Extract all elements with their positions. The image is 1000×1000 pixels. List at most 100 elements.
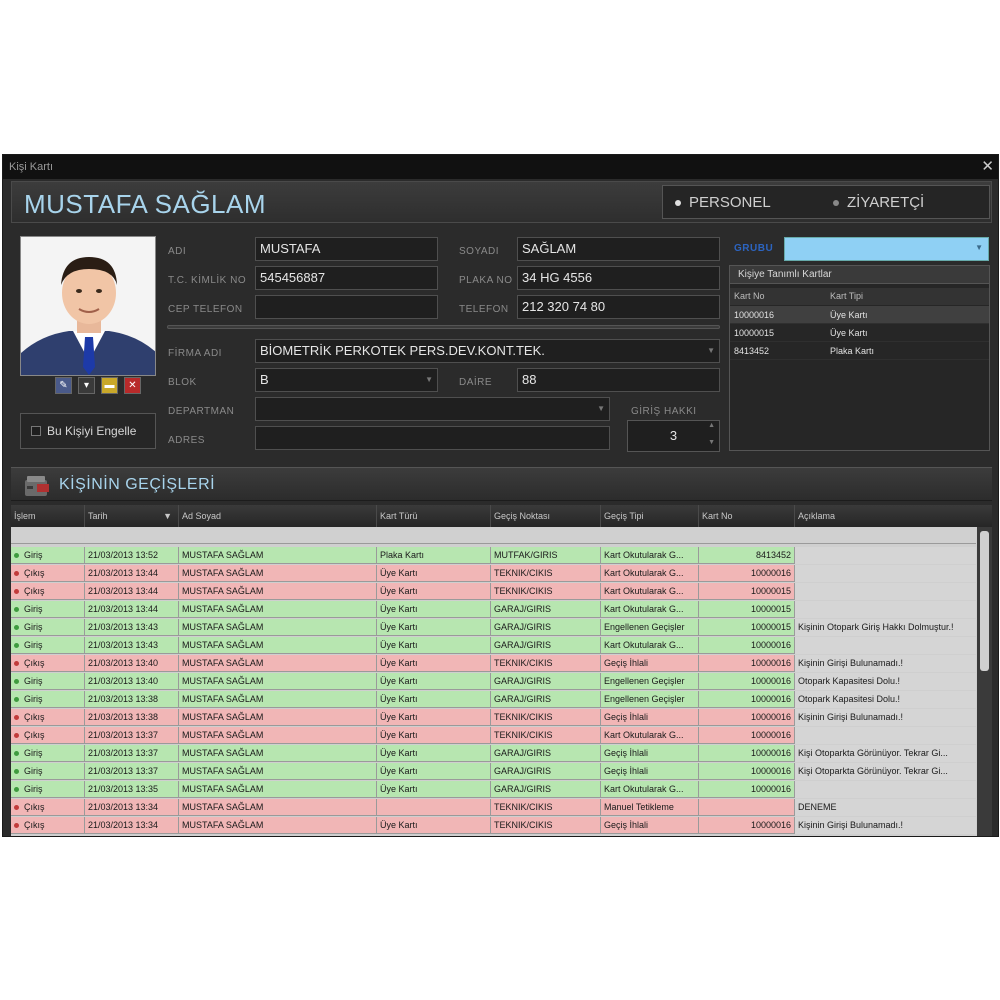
adi-field[interactable]: MUSTAFA <box>255 237 438 261</box>
telefon-field[interactable]: 212 320 74 80 <box>517 295 720 319</box>
table-row[interactable]: Giriş 21/03/2013 13:43 MUSTAFA SAĞLAM Üye K… <box>11 619 976 636</box>
entry-icon <box>14 769 19 775</box>
cell-gecis-tipi: Kart Okutularak G... <box>601 547 699 564</box>
passes-section-header: KİŞİNİN GEÇİŞLERİ <box>11 467 992 501</box>
table-row[interactable]: Giriş 21/03/2013 13:37 MUSTAFA SAĞLAM Üye K… <box>11 745 976 762</box>
cell-ad-soyad: MUSTAFA SAĞLAM <box>179 709 377 726</box>
delete-icon[interactable]: ✕ <box>124 377 141 394</box>
departman-dropdown[interactable]: ▼ <box>255 397 610 421</box>
type-option-label: PERSONEL <box>689 194 771 211</box>
cards-table-header: Kart No Kart Tipi <box>730 288 989 305</box>
cell-ad-soyad: MUSTAFA SAĞLAM <box>179 583 377 600</box>
card-row[interactable]: 10000016 Üye Kartı <box>730 306 989 324</box>
column-kart-turu[interactable]: Kart Türü <box>377 505 491 527</box>
scrollbar-thumb[interactable] <box>980 531 989 671</box>
adres-field[interactable] <box>255 426 610 450</box>
cell-ad-soyad: MUSTAFA SAĞLAM <box>179 547 377 564</box>
folder-icon[interactable]: ▬ <box>101 377 118 394</box>
daire-field[interactable]: 88 <box>517 368 720 392</box>
cell-ad-soyad: MUSTAFA SAĞLAM <box>179 781 377 798</box>
table-row[interactable]: Giriş 21/03/2013 13:43 MUSTAFA SAĞLAM Üye K… <box>11 637 976 654</box>
table-row[interactable]: Giriş 21/03/2013 13:52 MUSTAFA SAĞLAM Plaka… <box>11 547 976 564</box>
person-header: MUSTAFA SAĞLAM PERSONEL ZİYARETÇİ <box>11 181 992 223</box>
vertical-scrollbar[interactable] <box>977 527 992 836</box>
cell-kart-turu: Üye Kartı <box>377 601 491 618</box>
tc-field[interactable]: 545456887 <box>255 266 438 290</box>
table-row[interactable]: Çıkış 21/03/2013 13:44 MUSTAFA SAĞLAM Üye K… <box>11 565 976 582</box>
grubu-dropdown[interactable]: ▼ <box>784 237 989 261</box>
table-row[interactable]: Çıkış 21/03/2013 13:34 MUSTAFA SAĞLAM TEKNI… <box>11 799 976 816</box>
cell-kart-no: 8413452 <box>699 547 795 564</box>
cell-ad-soyad: MUSTAFA SAĞLAM <box>179 799 377 816</box>
title-bar: Kişi Kartı ✕ <box>3 155 998 179</box>
label-soyadi: SOYADI <box>459 246 500 257</box>
cell-tarih: 21/03/2013 13:38 <box>85 709 179 726</box>
passes-grid: İşlem Tarih ▼ Ad Soyad Kart Türü Geçiş No… <box>11 505 992 836</box>
cell-gecis-tipi: Manuel Tetikleme <box>601 799 699 816</box>
cell-islem: Giriş <box>11 619 85 636</box>
cell-aciklama: Kişinin Girişi Bulunamadı.! <box>795 709 976 726</box>
cell-tarih: 21/03/2013 13:43 <box>85 637 179 654</box>
close-icon[interactable]: ✕ <box>981 155 994 179</box>
cell-aciklama: Kişinin Girişi Bulunamadı.! <box>795 655 976 672</box>
cell-islem: Çıkış <box>11 655 85 672</box>
firma-dropdown[interactable]: BİOMETRİK PERKOTEK PERS.DEV.KONT.TEK. ▼ <box>255 339 720 363</box>
down-icon[interactable]: ▾ <box>78 377 95 394</box>
spin-down-icon[interactable]: ▼ <box>708 428 715 458</box>
cell-gecis-noktasi: TEKNIK/CIKIS <box>491 709 601 726</box>
type-option-ziyaretci[interactable]: ZİYARETÇİ <box>833 193 924 213</box>
label-blok: BLOK <box>168 377 197 388</box>
cell-tarih: 21/03/2013 13:44 <box>85 565 179 582</box>
plaka-field[interactable]: 34 HG 4556 <box>517 266 720 290</box>
table-row[interactable]: Çıkış 21/03/2013 13:44 MUSTAFA SAĞLAM Üye K… <box>11 583 976 600</box>
type-option-personel[interactable]: PERSONEL <box>675 193 771 213</box>
cell-aciklama <box>795 637 976 654</box>
giris-hakki-value: 3 <box>669 428 678 443</box>
cell-gecis-tipi: Engellenen Geçişler <box>601 673 699 690</box>
soyadi-field[interactable]: SAĞLAM <box>517 237 720 261</box>
cell-kart-no: 10000016 <box>699 745 795 762</box>
table-row[interactable]: Giriş 21/03/2013 13:37 MUSTAFA SAĞLAM Üye K… <box>11 763 976 780</box>
table-row[interactable]: Giriş 21/03/2013 13:44 MUSTAFA SAĞLAM Üye K… <box>11 601 976 618</box>
card-row[interactable]: 8413452 Plaka Kartı <box>730 342 989 360</box>
cell-islem: Çıkış <box>11 727 85 744</box>
table-row[interactable]: Çıkış 21/03/2013 13:40 MUSTAFA SAĞLAM Üye K… <box>11 655 976 672</box>
card-no: 8413452 <box>734 346 770 356</box>
table-row[interactable]: Giriş 21/03/2013 13:40 MUSTAFA SAĞLAM Üye K… <box>11 673 976 690</box>
column-gecis-tipi[interactable]: Geçiş Tipi <box>601 505 699 527</box>
column-ad-soyad[interactable]: Ad Soyad <box>179 505 377 527</box>
column-kart-tipi[interactable]: Kart Tipi <box>830 288 863 305</box>
cell-kart-no: 10000016 <box>699 565 795 582</box>
type-option-label: ZİYARETÇİ <box>847 194 925 211</box>
table-row[interactable]: Giriş 21/03/2013 13:38 MUSTAFA SAĞLAM Üye K… <box>11 691 976 708</box>
checkbox[interactable] <box>31 426 41 436</box>
cell-kart-turu: Üye Kartı <box>377 727 491 744</box>
edit-icon[interactable]: ✎ <box>55 377 72 394</box>
table-row[interactable] <box>11 527 976 544</box>
giris-hakki-stepper[interactable]: 3 ▲ ▼ <box>627 420 720 452</box>
label-cep: CEP TELEFON <box>168 304 243 315</box>
table-row[interactable]: Çıkış 21/03/2013 13:38 MUSTAFA SAĞLAM Üye K… <box>11 709 976 726</box>
column-aciklama[interactable]: Açıklama <box>795 505 992 527</box>
block-person-checkbox[interactable]: Bu Kişiyi Engelle <box>20 413 156 449</box>
table-row[interactable]: Çıkış 21/03/2013 13:34 MUSTAFA SAĞLAM Üye K… <box>11 817 976 834</box>
table-row[interactable]: Çıkış 21/03/2013 13:37 MUSTAFA SAĞLAM Üye K… <box>11 727 976 744</box>
person-photo[interactable] <box>20 236 156 376</box>
card-row[interactable]: 10000015 Üye Kartı <box>730 324 989 342</box>
exit-icon <box>14 805 19 811</box>
blok-value: B <box>260 372 269 387</box>
cell-tarih: 21/03/2013 13:40 <box>85 673 179 690</box>
cell-ad-soyad: MUSTAFA SAĞLAM <box>179 817 377 834</box>
cep-telefon-field[interactable] <box>255 295 438 319</box>
cell-ad-soyad: MUSTAFA SAĞLAM <box>179 619 377 636</box>
column-gecis-noktasi[interactable]: Geçiş Noktası <box>491 505 601 527</box>
column-kart-no[interactable]: Kart No <box>699 505 795 527</box>
cell-islem: Giriş <box>11 547 85 564</box>
exit-icon <box>14 661 19 667</box>
column-tarih[interactable]: Tarih ▼ <box>85 505 179 527</box>
blok-dropdown[interactable]: B ▼ <box>255 368 438 392</box>
cell-islem: Çıkış <box>11 583 85 600</box>
column-islem[interactable]: İşlem <box>11 505 85 527</box>
table-row[interactable]: Giriş 21/03/2013 13:35 MUSTAFA SAĞLAM Üye K… <box>11 781 976 798</box>
column-kart-no[interactable]: Kart No <box>734 288 765 305</box>
